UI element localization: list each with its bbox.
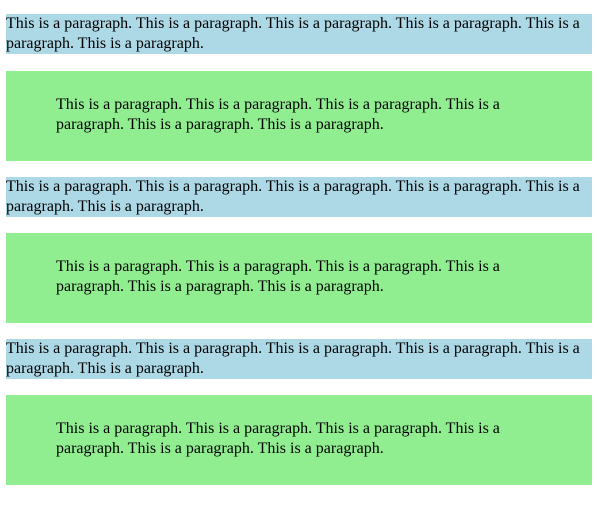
paragraph-padded: This is a paragraph. This is a paragraph… xyxy=(6,233,592,323)
paragraph-plain: This is a paragraph. This is a paragraph… xyxy=(6,14,592,54)
paragraph-plain: This is a paragraph. This is a paragraph… xyxy=(6,177,592,217)
paragraph-text: This is a paragraph. This is a paragraph… xyxy=(56,258,500,295)
paragraph-text: This is a paragraph. This is a paragraph… xyxy=(56,96,500,133)
paragraph-plain: This is a paragraph. This is a paragraph… xyxy=(6,339,592,379)
paragraph-padded: This is a paragraph. This is a paragraph… xyxy=(6,395,592,485)
paragraph-text: This is a paragraph. This is a paragraph… xyxy=(6,340,580,377)
paragraph-text: This is a paragraph. This is a paragraph… xyxy=(6,178,580,215)
paragraph-padded: This is a paragraph. This is a paragraph… xyxy=(6,71,592,161)
page: This is a paragraph. This is a paragraph… xyxy=(0,0,597,516)
paragraph-text: This is a paragraph. This is a paragraph… xyxy=(6,15,580,52)
paragraph-text: This is a paragraph. This is a paragraph… xyxy=(56,420,500,457)
